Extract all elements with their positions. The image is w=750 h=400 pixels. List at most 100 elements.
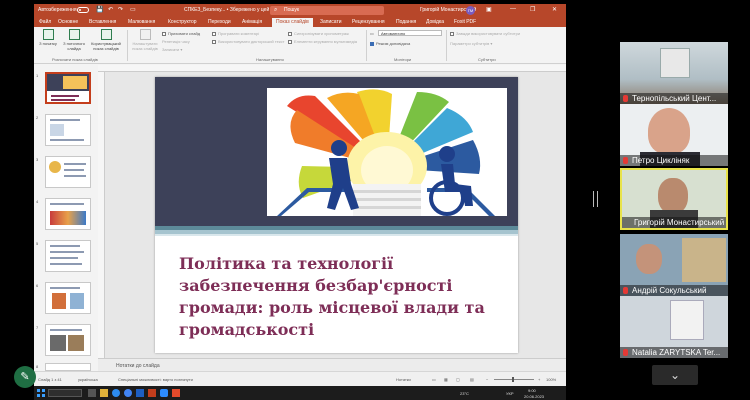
weather-temperature[interactable]: 23°C — [460, 391, 469, 396]
use-timings-checkbox[interactable]: Використовувати дикторський текст — [212, 39, 284, 44]
tab-file[interactable]: Файл — [39, 19, 51, 25]
reading-view-icon[interactable]: ▢ — [456, 377, 460, 382]
file-explorer-icon[interactable] — [100, 389, 108, 397]
slide-thumbnail[interactable] — [45, 156, 91, 188]
slide-thumbnail[interactable] — [45, 198, 91, 230]
windows-start-icon[interactable] — [37, 389, 45, 397]
hide-slide-button[interactable]: Приховати слайд — [162, 31, 200, 36]
maximize-icon[interactable]: ❐ — [530, 6, 535, 13]
undo-icon[interactable]: ↶ — [108, 6, 113, 13]
participant-tile[interactable]: Тернопільський Цент... — [620, 42, 728, 104]
save-icon[interactable]: 💾 — [96, 6, 103, 13]
thumb-number: 8 — [36, 364, 39, 369]
slide-thumbnail[interactable] — [45, 240, 91, 272]
close-icon[interactable]: ✕ — [552, 6, 557, 13]
clock-date[interactable]: 20.06.2023 — [524, 394, 544, 399]
ribbon-display-icon[interactable]: ▣ — [486, 6, 492, 13]
search-input[interactable]: ⌕ Пошук — [270, 6, 384, 15]
slide-thumbnail[interactable] — [45, 324, 91, 356]
word-icon[interactable] — [136, 389, 144, 397]
record-button[interactable]: Записати ▾ — [162, 47, 182, 52]
from-beginning-label: З початку — [39, 41, 57, 46]
slideshow-view-icon[interactable]: ▤ — [470, 377, 474, 382]
participant-tile-active-speaker[interactable]: Григорій Монастирський — [620, 168, 728, 230]
presenter-view-checkbox[interactable]: Режим доповідача — [370, 41, 410, 46]
custom-show-button[interactable]: Користувацький показ слайдів — [87, 29, 125, 51]
play-narrations-checkbox[interactable]: Програвати коментарі — [212, 31, 259, 36]
panel-resize-handle[interactable] — [593, 191, 598, 207]
participant-tile[interactable]: Андрій Сокульський — [620, 234, 728, 296]
tab-help[interactable]: Довідка — [426, 19, 444, 25]
thumb-text-line — [64, 169, 84, 171]
slide-counter: Слайд 1 з 41 — [38, 377, 62, 382]
slide-thumbnail[interactable] — [45, 282, 91, 314]
subtitle-settings-button[interactable]: Параметри субтитрів ▾ — [450, 41, 492, 46]
zoom-out-icon[interactable]: − — [486, 377, 488, 382]
tab-foxit-pdf[interactable]: Foxit PDF — [454, 19, 476, 25]
monitors-group-label: Монітори — [394, 57, 412, 62]
ribbon-separator — [366, 30, 367, 61]
zoom-in-icon[interactable]: + — [538, 377, 540, 382]
scroll-down-chevron-icon[interactable]: ⌄ — [652, 365, 698, 385]
accessibility-indicator[interactable]: Спеціальні можливості: варто поглянути — [118, 377, 193, 382]
setup-group-label: Налаштування — [256, 57, 284, 62]
participant-tile[interactable]: Петро Цикліняк — [620, 104, 728, 166]
slide-thumbnail[interactable] — [45, 363, 91, 371]
task-view-icon[interactable] — [88, 389, 96, 397]
tab-record[interactable]: Записати — [320, 19, 342, 25]
thumb-number: 7 — [36, 325, 39, 330]
participant-tile[interactable]: Natalia ZARYTSKA Ter... — [620, 296, 728, 358]
slide-thumbnail[interactable] — [45, 72, 91, 104]
tab-home[interactable]: Основне — [58, 19, 78, 25]
zoom-slider[interactable] — [494, 377, 534, 382]
search-placeholder: Пошук — [284, 7, 300, 13]
tab-review[interactable]: Рецензування — [352, 19, 385, 25]
user-avatar[interactable]: ГМ — [466, 6, 475, 15]
notes-toggle-button[interactable]: Нотатки — [396, 377, 411, 382]
monitor-select[interactable]: Автоматично — [378, 30, 442, 36]
from-current-button[interactable]: З поточного слайда — [61, 29, 87, 51]
language-indicator[interactable]: українська — [78, 377, 98, 382]
notes-pane[interactable]: Нотатки до слайда — [98, 358, 566, 371]
setup-show-label: Налаштувати показ слайдів — [132, 41, 158, 51]
accessibility-illustration — [267, 88, 507, 216]
minimize-icon[interactable]: — — [510, 6, 516, 12]
setup-show-button[interactable]: Налаштувати показ слайдів — [130, 29, 160, 51]
tab-slideshow[interactable]: Показ слайдів — [272, 18, 313, 27]
tab-animations[interactable]: Анімація — [242, 19, 262, 25]
redo-icon[interactable]: ↷ — [118, 6, 123, 13]
normal-view-icon[interactable]: ▭ — [432, 377, 436, 382]
thumb-text-line — [64, 175, 86, 177]
clock-time[interactable]: 9:00 — [528, 388, 536, 393]
slideshow-icon[interactable]: ▭ — [130, 6, 136, 13]
keep-updated-checkbox[interactable]: Синхронізувати хронометраж — [288, 31, 349, 36]
tab-draw[interactable]: Малювання — [128, 19, 155, 25]
show-media-controls-checkbox[interactable]: Елементи керування мультимедіа — [288, 39, 357, 44]
thumb-image — [52, 293, 66, 309]
tab-view[interactable]: Подання — [396, 19, 416, 25]
autosave-toggle[interactable] — [77, 7, 89, 13]
thumb-text-line — [64, 163, 86, 165]
chrome-icon[interactable] — [124, 389, 132, 397]
participant-name-bar: Андрій Сокульський — [620, 285, 728, 296]
slide-sorter-icon[interactable]: ▦ — [444, 377, 448, 382]
tab-design[interactable]: Конструктор — [168, 19, 197, 25]
slide-thumbnail[interactable] — [45, 114, 91, 146]
zoom-level[interactable]: 100% — [546, 377, 556, 382]
participant-name-bar: Петро Цикліняк — [620, 155, 728, 166]
from-beginning-button[interactable]: З початку — [35, 29, 61, 46]
thumb-image — [50, 124, 64, 136]
powerpoint-icon[interactable] — [148, 389, 156, 397]
always-use-subtitles-checkbox[interactable]: Завжди використовувати субтитри — [450, 31, 520, 36]
rehearse-timings-button[interactable]: Репетиція часу — [162, 39, 190, 44]
edge-icon[interactable] — [112, 389, 120, 397]
tab-insert[interactable]: Вставлення — [89, 19, 116, 25]
zoom-app-icon[interactable] — [160, 389, 168, 397]
keyboard-language[interactable]: УКР — [506, 391, 514, 396]
app-icon[interactable] — [172, 389, 180, 397]
current-slide[interactable]: Політика та технології забезпечення безб… — [155, 77, 518, 353]
taskbar-search-input[interactable] — [48, 389, 82, 397]
edit-pen-icon[interactable]: ✎ — [14, 366, 36, 388]
slide-title[interactable]: Політика та технології забезпечення безб… — [179, 253, 499, 341]
tab-transitions[interactable]: Переходи — [208, 19, 231, 25]
